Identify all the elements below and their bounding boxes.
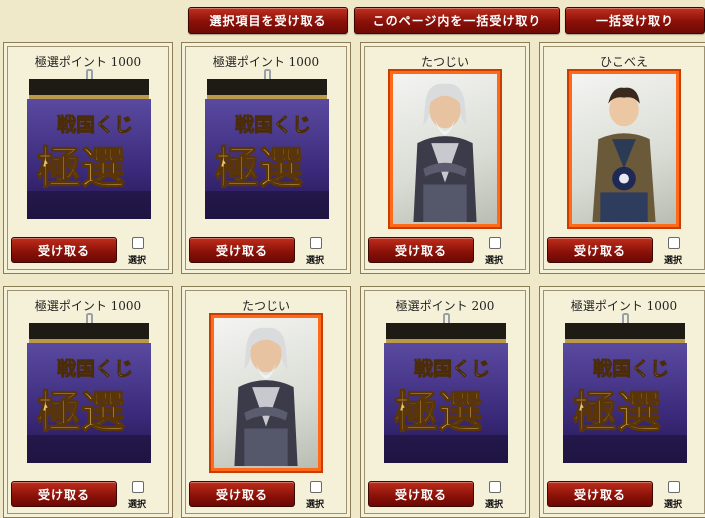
elder-figure-image	[234, 327, 298, 466]
select-checkbox[interactable]	[489, 481, 501, 493]
item-title: 極選ポイント 1000	[34, 299, 142, 313]
receive-all-button[interactable]: 一括受け取り	[565, 7, 705, 34]
select-label: 選択	[128, 500, 147, 510]
kuji-bag-image: 戦国くじ 極選	[205, 79, 329, 219]
bag-text-line1: 戦国くじ	[593, 357, 669, 380]
select-label: 選択	[664, 256, 683, 266]
young-figure-image	[592, 87, 656, 222]
select-checkbox[interactable]	[668, 237, 680, 249]
item-card: たつじい 受け取る選択	[360, 42, 530, 274]
item-title: 極選ポイント 1000	[570, 299, 678, 313]
select-label: 選択	[306, 256, 325, 266]
select-checkbox[interactable]	[489, 237, 501, 249]
item-title: たつじい	[420, 55, 469, 69]
receive-selected-button[interactable]: 選択項目を受け取る	[188, 7, 348, 34]
item-title: 極選ポイント 1000	[34, 55, 142, 69]
select-label: 選択	[664, 500, 683, 510]
select-checkbox[interactable]	[132, 237, 144, 249]
item-card: たつじい 受け取る選択	[181, 286, 351, 518]
select-label: 選択	[485, 256, 504, 266]
item-card: 極選ポイント 1000 戦国くじ 極選 受け取る選択	[3, 286, 173, 518]
select-label: 選択	[128, 256, 147, 266]
item-title: 極選ポイント 200	[395, 299, 495, 313]
receive-button[interactable]: 受け取る	[11, 481, 117, 507]
toolbar: 選択項目を受け取る このページ内を一括受け取り 一括受け取り	[0, 0, 705, 38]
item-title: ひこべえ	[599, 55, 648, 69]
select-label: 選択	[306, 500, 325, 510]
item-card: 極選ポイント 200 戦国くじ 極選 受け取る選択	[360, 286, 530, 518]
select-label: 選択	[485, 500, 504, 510]
select-checkbox[interactable]	[668, 481, 680, 493]
receive-button[interactable]: 受け取る	[189, 237, 295, 263]
item-card: 極選ポイント 1000 戦国くじ 極選 受け取る選択	[539, 286, 705, 518]
character-portrait	[567, 69, 681, 229]
select-checkbox[interactable]	[310, 237, 322, 249]
character-portrait	[388, 69, 502, 229]
kuji-bag-image: 戦国くじ 極選	[384, 323, 508, 463]
receive-button[interactable]: 受け取る	[11, 237, 117, 263]
bag-text-line2: 極選	[37, 387, 125, 438]
bag-text-line1: 戦国くじ	[414, 357, 490, 380]
select-checkbox[interactable]	[132, 481, 144, 493]
bag-text-line2: 極選	[573, 387, 661, 438]
receive-button[interactable]: 受け取る	[368, 481, 474, 507]
kuji-bag-image: 戦国くじ 極選	[563, 323, 687, 463]
bag-text-line2: 極選	[215, 143, 303, 194]
bag-text-line2: 極選	[394, 387, 482, 438]
item-card: ひこべえ 受け取る選択	[539, 42, 705, 274]
bag-text-line1: 戦国くじ	[235, 113, 311, 136]
receive-button[interactable]: 受け取る	[547, 237, 653, 263]
bag-text-line1: 戦国くじ	[57, 357, 133, 380]
receive-button[interactable]: 受け取る	[189, 481, 295, 507]
item-title: 極選ポイント 1000	[212, 55, 320, 69]
bag-text-line1: 戦国くじ	[57, 113, 133, 136]
bag-text-line2: 極選	[37, 143, 125, 194]
kuji-bag-image: 戦国くじ 極選	[27, 323, 151, 463]
receive-button[interactable]: 受け取る	[368, 237, 474, 263]
item-title: たつじい	[241, 299, 290, 313]
character-portrait	[209, 313, 323, 473]
select-checkbox[interactable]	[310, 481, 322, 493]
item-card: 極選ポイント 1000 戦国くじ 極選 受け取る選択	[3, 42, 173, 274]
receive-page-button[interactable]: このページ内を一括受け取り	[354, 7, 560, 34]
receive-button[interactable]: 受け取る	[547, 481, 653, 507]
elder-figure-image	[413, 83, 477, 222]
kuji-bag-image: 戦国くじ 極選	[27, 79, 151, 219]
item-card: 極選ポイント 1000 戦国くじ 極選 受け取る選択	[181, 42, 351, 274]
